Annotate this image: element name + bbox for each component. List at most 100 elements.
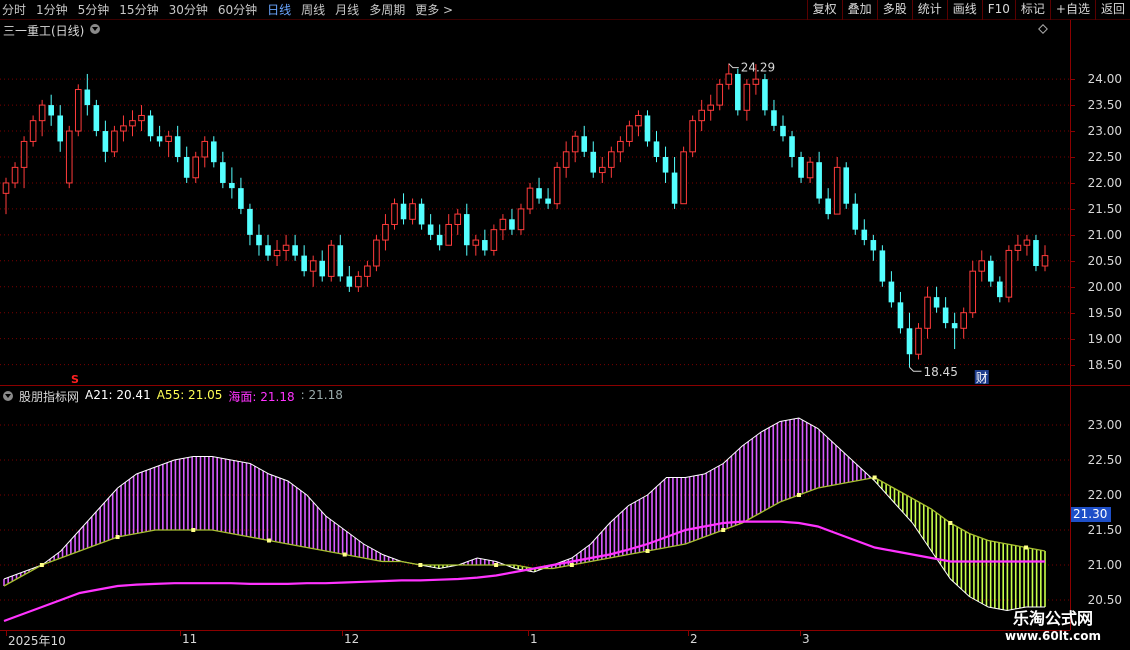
period-tab-0[interactable]: 分时 [2,2,26,18]
toolbar-button-0[interactable]: 复权 [806,0,842,20]
candle-body-down [987,260,994,282]
indicator-dropdown-icon[interactable] [3,391,13,401]
candle [48,94,54,126]
toolbar-button-4[interactable]: 画线 [946,0,982,20]
mid-marker [948,521,953,525]
candle-body-up [725,73,733,85]
candle-body-down [798,157,804,178]
candle-body-up [1041,255,1049,267]
candle [499,214,507,241]
candle-body-up [20,140,28,168]
candle [256,224,262,256]
mid-marker [872,475,877,480]
candle-body-up [364,265,371,277]
time-tick [342,631,343,636]
candle-body-down [861,229,868,241]
price-axis-label: 19.00 [1087,331,1122,346]
toolbar-button-8[interactable]: 返回 [1094,0,1130,20]
candle-body-up [490,229,498,251]
period-tab-1[interactable]: 1分钟 [36,2,68,18]
period-tab-3[interactable]: 15分钟 [119,2,158,18]
candlestick-chart[interactable]: 24.29 18.45 财 S [0,20,1070,385]
period-tab-5[interactable]: 60分钟 [218,2,257,18]
low-label: 18.45 [923,365,957,379]
candle-body-up [806,161,814,179]
candle [111,125,118,157]
candle [11,162,19,189]
price-axis-tick [1071,208,1075,210]
candle-body-down [436,234,443,246]
price-axis-tick [1071,105,1075,107]
candle [418,198,425,230]
extra-label: : 21.18 [300,388,343,402]
candle [57,105,64,152]
signal-marker: S [71,373,79,385]
candle [933,286,940,313]
price-axis-label: 22.00 [1087,175,1122,190]
indicator-axis-label: 21.50 [1087,523,1122,537]
mid-marker [418,563,423,567]
candle [273,240,281,266]
period-tab-8[interactable]: 月线 [335,2,359,18]
candle-body-up [698,109,705,122]
toolbar-button-6[interactable]: 标记 [1014,0,1050,20]
candle-body-up [526,187,534,210]
candle [653,131,660,163]
candle [327,240,335,282]
candle-body-down [156,136,163,142]
diamond-icon [1038,24,1048,34]
candle [969,260,977,318]
indicator-axis-label: 23.00 [1087,418,1122,432]
period-tab-4[interactable]: 30分钟 [169,2,208,18]
candle-body-down [933,297,940,308]
time-tick [688,631,689,636]
candle [93,99,100,137]
candle-body-down [265,245,271,256]
watermark-line1: 乐淘公式网 [1012,609,1093,628]
candle-body-up [571,135,579,153]
a55-label: A55: 21.05 [156,388,223,402]
period-tab-9[interactable]: 多周期 [369,2,405,18]
period-tab-7[interactable]: 周线 [301,2,325,18]
indicator-chart[interactable] [0,385,1070,630]
toolbar-button-3[interactable]: 统计 [911,0,947,20]
candle-body-up [680,151,687,205]
period-tab-6[interactable]: 日线 [267,2,291,18]
toolbar-button-1[interactable]: 叠加 [841,0,877,20]
candle [65,125,73,189]
candle [915,323,922,360]
toolbar-button-2[interactable]: 多股 [876,0,912,20]
candle [355,271,362,292]
candle-body-up [138,114,145,122]
candle [201,136,209,168]
candle-body-up [129,120,136,127]
candle [680,146,687,205]
side-info-strip [1118,32,1130,372]
period-tab-2[interactable]: 5分钟 [78,2,110,18]
price-axis-tick [1071,312,1075,314]
candle [490,224,498,256]
candle-body-up [355,275,362,288]
candle-body-up [517,208,525,231]
toolbar-button-5[interactable]: F10 [981,0,1015,20]
action-buttons: 复权 叠加 多股 统计 画线 F10 标记 +自选 返回 [806,0,1130,20]
price-axis-label: 24.00 [1087,72,1122,87]
candle [608,146,615,178]
candle [816,151,822,204]
period-tab-10[interactable]: 更多 > [415,2,453,18]
candle-body-down [229,182,235,189]
candle [707,94,715,121]
candle-body-down [238,188,244,209]
mid-marker [569,563,574,567]
toolbar-button-7[interactable]: +自选 [1049,0,1095,20]
candle [526,182,534,215]
candle-body-down [247,208,253,235]
candle [806,157,814,183]
candle [210,136,217,168]
candle [843,162,850,209]
candle [454,208,462,235]
candle [229,167,235,199]
candle [238,177,244,215]
candle-body-down [771,110,777,126]
candle-body-down [147,115,154,137]
